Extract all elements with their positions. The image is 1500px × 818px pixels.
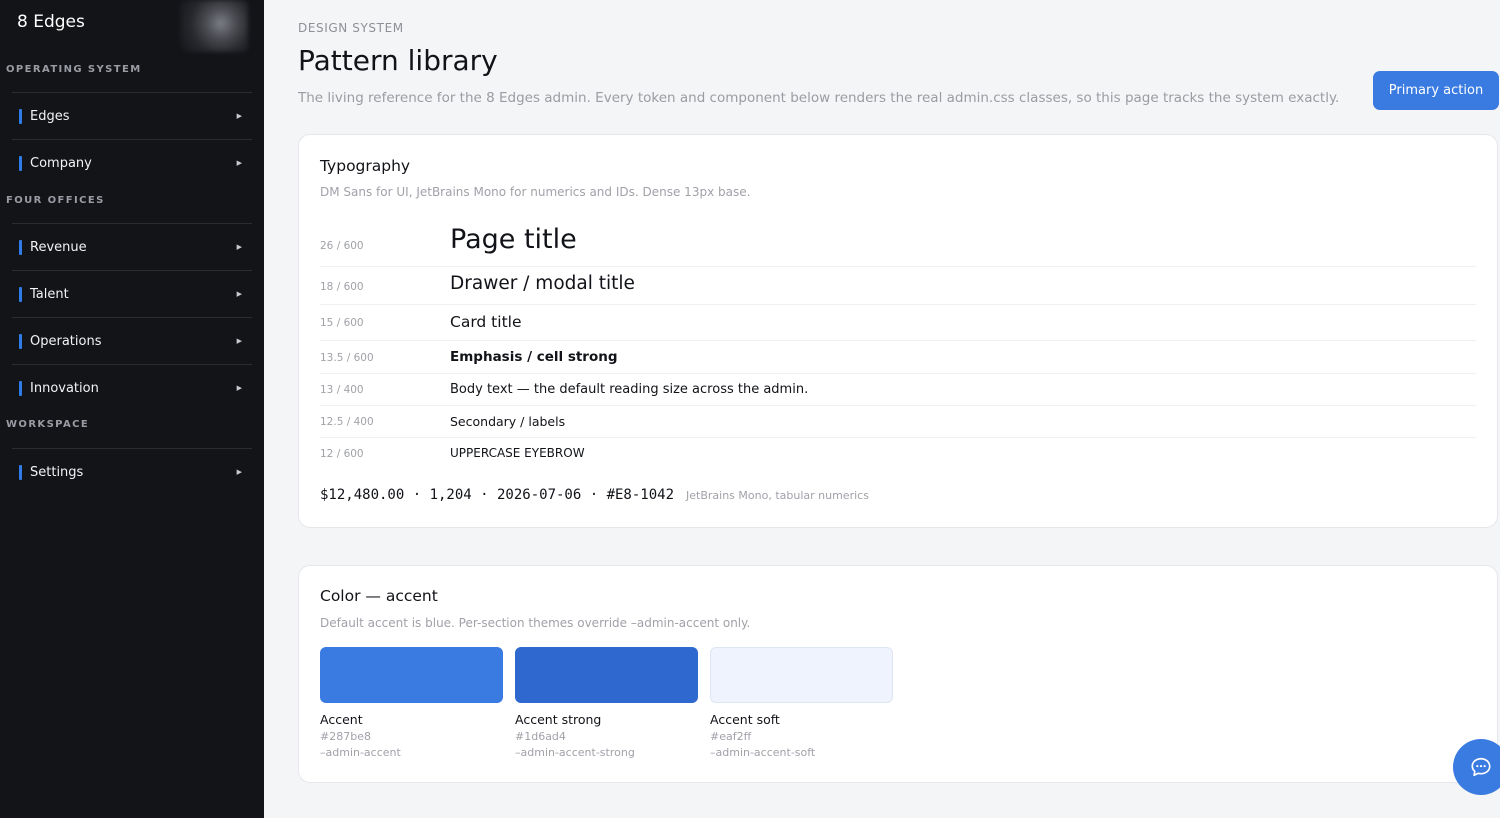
type-row: 15 / 600 Card title [320, 305, 1476, 341]
swatch-name: Accent [320, 712, 363, 727]
type-row: 13 / 400 Body text — the default reading… [320, 374, 1476, 406]
chevron-right-icon: ▶ [236, 159, 242, 167]
user-avatar[interactable] [180, 0, 248, 52]
chat-bubble-icon [1471, 757, 1491, 777]
type-row: 26 / 600 Page title [320, 220, 1476, 267]
section-label-workspace: WORKSPACE [6, 419, 90, 430]
type-sample: Drawer / modal title [450, 273, 635, 294]
swatch-color [320, 647, 503, 703]
type-sample: Page title [450, 224, 577, 255]
type-meta: 18 / 600 [320, 281, 364, 293]
typography-card: Typography DM Sans for UI, JetBrains Mon… [298, 134, 1498, 528]
swatch-var: –admin-accent-strong [515, 746, 635, 759]
sidebar-item-label: Revenue [30, 239, 87, 255]
nav-indicator [19, 380, 22, 396]
type-sample: Emphasis / cell strong [450, 349, 618, 365]
color-accent-card: Color — accent Default accent is blue. P… [298, 565, 1498, 783]
sidebar-item-label: Company [30, 155, 92, 171]
nav-indicator [19, 333, 22, 349]
brand-name: 8 Edges [17, 12, 85, 32]
chevron-right-icon: ▶ [236, 243, 242, 251]
sidebar: 8 Edges OPERATING SYSTEM Edges ▶ Company… [0, 0, 264, 818]
mono-sample-row: $12,480.00 · 1,204 · 2026-07-06 · #E8-10… [320, 487, 869, 503]
card-subtitle: DM Sans for UI, JetBrains Mono for numer… [320, 185, 751, 199]
nav-indicator [19, 286, 22, 302]
type-meta: 15 / 600 [320, 317, 364, 329]
sidebar-item-talent[interactable]: Talent ▶ [12, 270, 252, 317]
type-sample: Body text — the default reading size acr… [450, 382, 809, 397]
primary-action-button[interactable]: Primary action [1373, 71, 1499, 110]
swatch-name: Accent strong [515, 712, 602, 727]
swatch-hex: #1d6ad4 [515, 730, 566, 743]
swatch-var: –admin-accent [320, 746, 401, 759]
page-subtitle: The living reference for the 8 Edges adm… [298, 90, 1340, 106]
swatch-hex: #eaf2ff [710, 730, 752, 743]
nav-indicator [19, 155, 22, 171]
type-row: 18 / 600 Drawer / modal title [320, 267, 1476, 305]
card-title: Typography [320, 157, 411, 175]
sidebar-item-company[interactable]: Company ▶ [12, 139, 252, 186]
chevron-right-icon: ▶ [236, 112, 242, 120]
nav-indicator [19, 464, 22, 480]
section-label-operating-system: OPERATING SYSTEM [6, 64, 142, 75]
card-title: Color — accent [320, 587, 438, 605]
type-row: 13.5 / 600 Emphasis / cell strong [320, 341, 1476, 374]
chevron-right-icon: ▶ [236, 337, 242, 345]
type-row: 12 / 600 UPPERCASE EYEBROW [320, 438, 1476, 470]
swatch-accent-soft: Accent soft #eaf2ff –admin-accent-soft [710, 647, 893, 759]
sidebar-item-label: Innovation [30, 380, 99, 396]
swatch-color [710, 647, 893, 703]
swatch-name: Accent soft [710, 712, 780, 727]
sidebar-item-revenue[interactable]: Revenue ▶ [12, 223, 252, 270]
sidebar-item-label: Talent [30, 286, 69, 302]
chevron-right-icon: ▶ [236, 290, 242, 298]
sidebar-item-operations[interactable]: Operations ▶ [12, 317, 252, 364]
section-label-four-offices: FOUR OFFICES [6, 195, 105, 206]
type-meta: 26 / 600 [320, 240, 364, 252]
type-sample: Secondary / labels [450, 414, 566, 429]
card-subtitle: Default accent is blue. Per-section them… [320, 616, 751, 630]
sidebar-item-label: Settings [30, 464, 84, 480]
type-meta: 13 / 400 [320, 384, 364, 396]
nav-indicator [19, 239, 22, 255]
type-sample: Card title [450, 313, 522, 331]
mono-sample: $12,480.00 · 1,204 · 2026-07-06 · #E8-10… [320, 487, 675, 503]
sidebar-item-innovation[interactable]: Innovation ▶ [12, 364, 252, 411]
sidebar-item-settings[interactable]: Settings ▶ [12, 448, 252, 495]
nav-indicator [19, 108, 22, 124]
chevron-right-icon: ▶ [236, 468, 242, 476]
type-meta: 12 / 600 [320, 448, 364, 460]
mono-note: JetBrains Mono, tabular numerics [686, 489, 869, 502]
sidebar-item-label: Edges [30, 108, 70, 124]
swatch-accent-strong: Accent strong #1d6ad4 –admin-accent-stro… [515, 647, 698, 759]
type-sample: UPPERCASE EYEBROW [450, 446, 585, 460]
swatch-var: –admin-accent-soft [710, 746, 816, 759]
swatch-accent: Accent #287be8 –admin-accent [320, 647, 503, 759]
page-title: Pattern library [298, 44, 498, 77]
type-meta: 13.5 / 600 [320, 352, 374, 364]
type-meta: 12.5 / 400 [320, 416, 374, 428]
chat-button[interactable] [1453, 739, 1500, 795]
type-row: 12.5 / 400 Secondary / labels [320, 406, 1476, 438]
swatch-color [515, 647, 698, 703]
sidebar-item-edges[interactable]: Edges ▶ [12, 92, 252, 139]
page-eyebrow: DESIGN SYSTEM [298, 21, 404, 35]
sidebar-item-label: Operations [30, 333, 102, 349]
chevron-right-icon: ▶ [236, 384, 242, 392]
swatch-hex: #287be8 [320, 730, 371, 743]
